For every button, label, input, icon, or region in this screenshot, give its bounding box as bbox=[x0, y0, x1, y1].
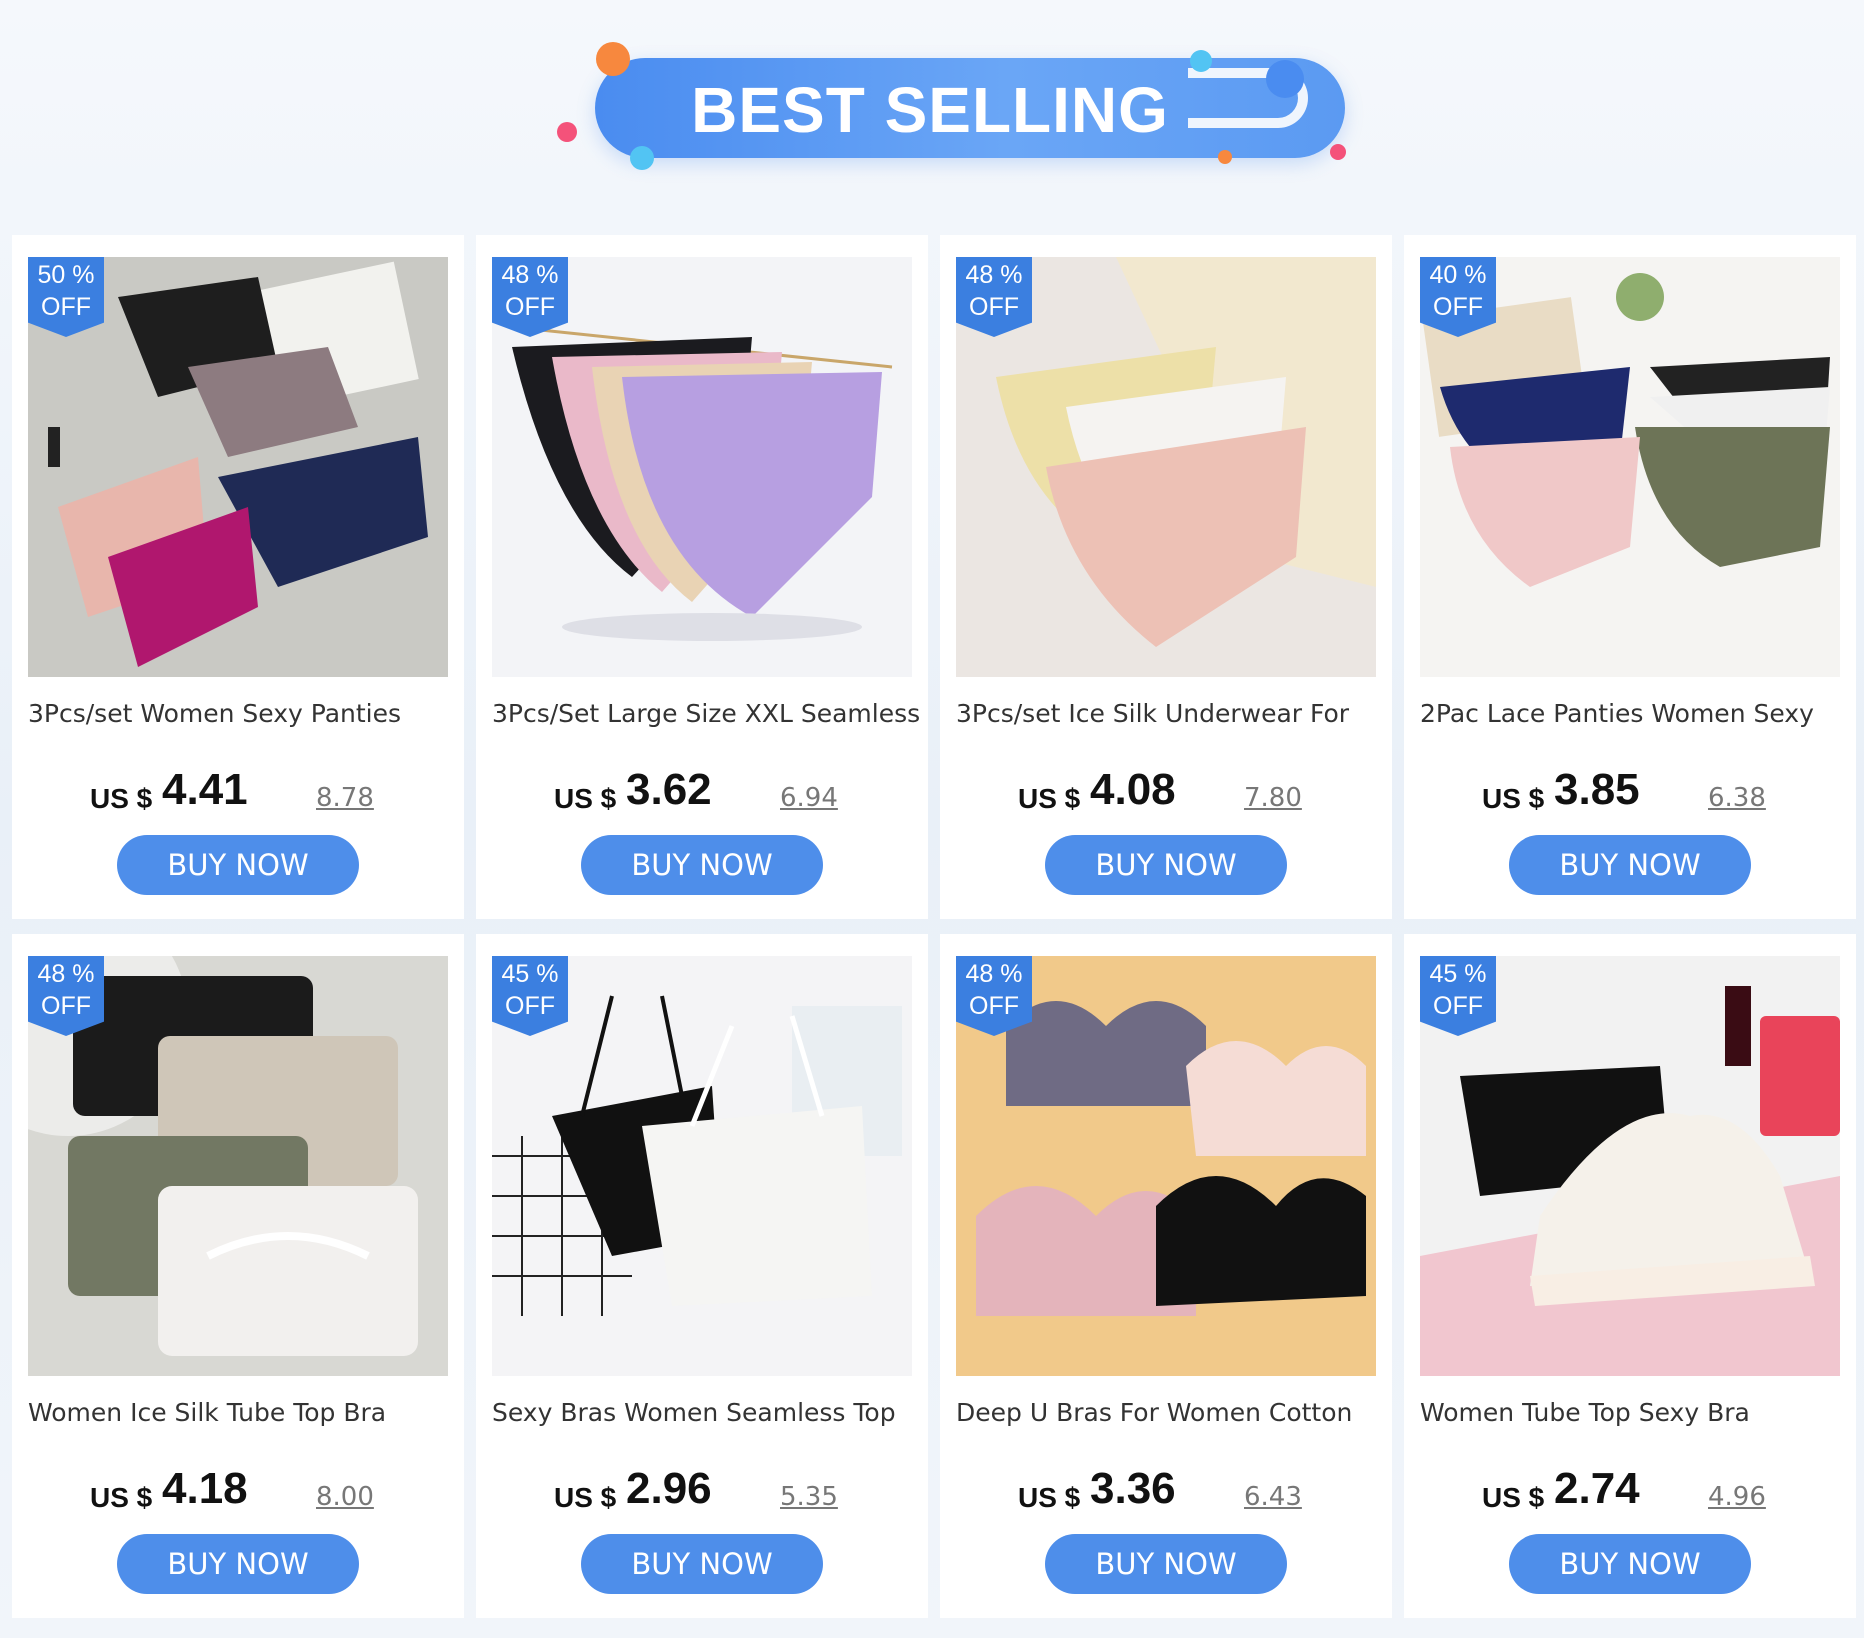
sale-price: 3.85 bbox=[1554, 765, 1640, 814]
discount-badge: 45 % OFF bbox=[492, 956, 568, 1036]
best-selling-header: BEST SELLING bbox=[0, 0, 1864, 230]
product-title[interactable]: 3Pcs/Set Large Size XXL Seamless bbox=[492, 699, 922, 735]
sale-price: 2.96 bbox=[626, 1464, 712, 1513]
product-image[interactable]: 45 % OFF bbox=[1420, 956, 1840, 1376]
product-title[interactable]: 3Pcs/set Women Sexy Panties bbox=[28, 699, 458, 735]
decor-dot bbox=[557, 122, 577, 142]
decor-dot bbox=[630, 146, 654, 170]
product-card[interactable]: 45 % OFF Women Tube Top Sexy Bra US $ 2.7… bbox=[1404, 934, 1856, 1618]
currency-label: US $ bbox=[554, 783, 617, 814]
buy-now-button[interactable]: BUY NOW bbox=[1045, 1534, 1287, 1594]
product-image[interactable]: 48 % OFF bbox=[956, 257, 1376, 677]
buy-now-button[interactable]: BUY NOW bbox=[117, 835, 359, 895]
product-title[interactable]: 3Pcs/set Ice Silk Underwear For bbox=[956, 699, 1386, 735]
buy-now-button[interactable]: BUY NOW bbox=[117, 1534, 359, 1594]
original-price: 6.94 bbox=[780, 783, 838, 813]
product-title[interactable]: Women Ice Silk Tube Top Bra bbox=[28, 1398, 458, 1434]
original-price: 6.43 bbox=[1244, 1482, 1302, 1512]
decor-dot bbox=[1330, 144, 1346, 160]
original-price: 5.35 bbox=[780, 1482, 838, 1512]
price-row: US $ 3.85 6.38 bbox=[1404, 765, 1856, 821]
currency-label: US $ bbox=[554, 1482, 617, 1513]
decor-dot bbox=[596, 42, 630, 76]
discount-badge: 45 % OFF bbox=[1420, 956, 1496, 1036]
price-row: US $ 4.18 8.00 bbox=[12, 1464, 464, 1520]
product-title[interactable]: 2Pac Lace Panties Women Sexy bbox=[1420, 699, 1850, 735]
product-card[interactable]: 48 % OFF 3Pcs/Set Large Size XXL Seamless… bbox=[476, 235, 928, 919]
discount-badge: 50 % OFF bbox=[28, 257, 104, 337]
original-price: 6.38 bbox=[1708, 783, 1766, 813]
currency-label: US $ bbox=[1018, 783, 1081, 814]
price-row: US $ 2.74 4.96 bbox=[1404, 1464, 1856, 1520]
discount-badge: 48 % OFF bbox=[956, 257, 1032, 337]
product-title[interactable]: Sexy Bras Women Seamless Top bbox=[492, 1398, 922, 1434]
product-title[interactable]: Women Tube Top Sexy Bra bbox=[1420, 1398, 1850, 1434]
product-card[interactable]: 40 % OFF 2Pac Lace Panties Women Sexy US … bbox=[1404, 235, 1856, 919]
product-card[interactable]: 48 % OFF Deep U Bras For Women Cotton US … bbox=[940, 934, 1392, 1618]
discount-badge: 40 % OFF bbox=[1420, 257, 1496, 337]
buy-now-button[interactable]: BUY NOW bbox=[1509, 1534, 1751, 1594]
product-card[interactable]: 48 % OFF Women Ice Silk Tube Top Bra US $… bbox=[12, 934, 464, 1618]
decor-dot bbox=[1218, 150, 1232, 164]
price-row: US $ 4.41 8.78 bbox=[12, 765, 464, 821]
product-title[interactable]: Deep U Bras For Women Cotton bbox=[956, 1398, 1386, 1434]
discount-badge: 48 % OFF bbox=[492, 257, 568, 337]
original-price: 8.78 bbox=[316, 783, 374, 813]
section-title: BEST SELLING bbox=[691, 74, 1169, 146]
currency-label: US $ bbox=[1482, 783, 1545, 814]
sale-price: 2.74 bbox=[1554, 1464, 1640, 1513]
decor-dot bbox=[1190, 50, 1212, 72]
price-row: US $ 4.08 7.80 bbox=[940, 765, 1392, 821]
product-image[interactable]: 50 % OFF bbox=[28, 257, 448, 677]
product-card[interactable]: 45 % OFF Sexy Bras Women Seamless Top US … bbox=[476, 934, 928, 1618]
buy-now-button[interactable]: BUY NOW bbox=[1509, 835, 1751, 895]
product-image[interactable]: 48 % OFF bbox=[28, 956, 448, 1376]
discount-badge: 48 % OFF bbox=[28, 956, 104, 1036]
sale-price: 3.62 bbox=[626, 765, 712, 814]
currency-label: US $ bbox=[90, 783, 153, 814]
decor-dot bbox=[1266, 60, 1304, 98]
buy-now-button[interactable]: BUY NOW bbox=[1045, 835, 1287, 895]
sale-price: 4.08 bbox=[1090, 765, 1176, 814]
buy-now-button[interactable]: BUY NOW bbox=[581, 1534, 823, 1594]
product-card[interactable]: 50 % OFF 3Pcs/set Women Sexy Panties US $… bbox=[12, 235, 464, 919]
product-card[interactable]: 48 % OFF 3Pcs/set Ice Silk Underwear For … bbox=[940, 235, 1392, 919]
currency-label: US $ bbox=[1018, 1482, 1081, 1513]
price-row: US $ 3.36 6.43 bbox=[940, 1464, 1392, 1520]
currency-label: US $ bbox=[1482, 1482, 1545, 1513]
product-image[interactable]: 45 % OFF bbox=[492, 956, 912, 1376]
price-row: US $ 2.96 5.35 bbox=[476, 1464, 928, 1520]
discount-badge: 48 % OFF bbox=[956, 956, 1032, 1036]
original-price: 7.80 bbox=[1244, 783, 1302, 813]
original-price: 8.00 bbox=[316, 1482, 374, 1512]
product-image[interactable]: 48 % OFF bbox=[956, 956, 1376, 1376]
product-image[interactable]: 40 % OFF bbox=[1420, 257, 1840, 677]
sale-price: 4.41 bbox=[162, 765, 248, 814]
buy-now-button[interactable]: BUY NOW bbox=[581, 835, 823, 895]
original-price: 4.96 bbox=[1708, 1482, 1766, 1512]
currency-label: US $ bbox=[90, 1482, 153, 1513]
product-image[interactable]: 48 % OFF bbox=[492, 257, 912, 677]
sale-price: 4.18 bbox=[162, 1464, 248, 1513]
sale-price: 3.36 bbox=[1090, 1464, 1176, 1513]
price-row: US $ 3.62 6.94 bbox=[476, 765, 928, 821]
